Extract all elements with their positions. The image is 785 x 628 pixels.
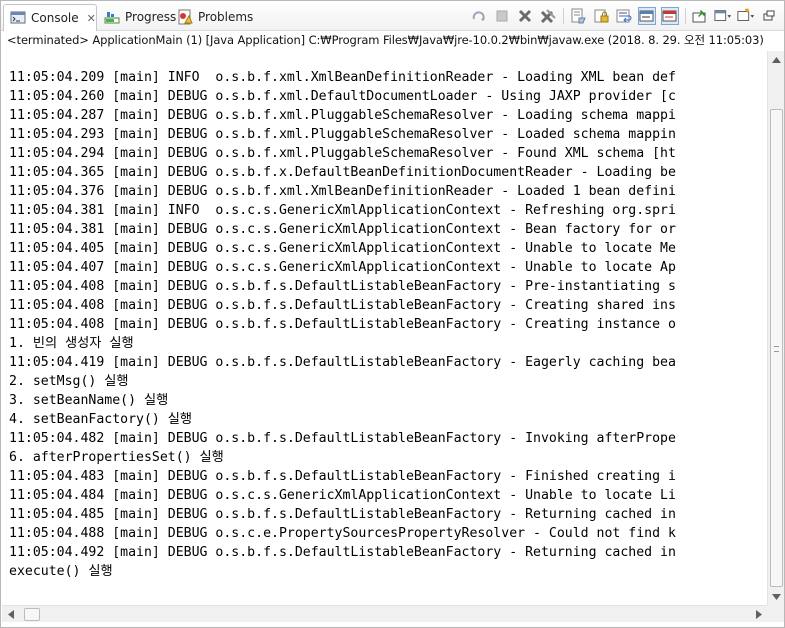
remove-terminated-icon[interactable] <box>539 7 557 25</box>
console-line: 11:05:04.294 [main] DEBUG o.s.b.f.xml.Pl… <box>9 146 676 161</box>
progress-icon <box>104 9 120 25</box>
console-line: 11:05:04.287 [main] DEBUG o.s.b.f.xml.Pl… <box>9 108 676 123</box>
console-line: 11:05:04.492 [main] DEBUG o.s.b.f.s.Defa… <box>9 545 676 560</box>
tab-label: Progress <box>125 10 177 24</box>
console-line: 11:05:04.209 [main] INFO o.s.b.f.xml.Xml… <box>9 70 676 85</box>
console-line: execute() 실행 <box>9 564 113 579</box>
scroll-left-icon[interactable] <box>2 606 19 623</box>
console-line: 11:05:04.483 [main] DEBUG o.s.b.f.s.Defa… <box>9 469 676 484</box>
console-line: 3. setBeanName() 실행 <box>9 393 169 408</box>
console-line: 11:05:04.381 [main] DEBUG o.s.c.s.Generi… <box>9 222 676 237</box>
clear-console-icon[interactable] <box>569 7 587 25</box>
vertical-scrollbar[interactable] <box>767 51 784 605</box>
console-view: Console ✕ Progress Problems <terminated>… <box>0 0 785 628</box>
show-on-stderr-icon[interactable] <box>661 7 679 25</box>
open-console-icon[interactable] <box>737 7 755 25</box>
console-toolbar <box>465 6 778 26</box>
console-icon <box>10 10 26 26</box>
console-line: 6. afterPropertiesSet() 실행 <box>9 450 224 465</box>
scroll-lock-icon[interactable] <box>592 7 610 25</box>
scroll-right-icon[interactable] <box>750 606 767 623</box>
tab-label: Console <box>31 11 79 25</box>
toolbar-separator <box>685 8 686 24</box>
close-icon[interactable]: ✕ <box>87 12 96 25</box>
console-line: 11:05:04.408 [main] DEBUG o.s.b.f.s.Defa… <box>9 298 676 313</box>
tab-progress[interactable]: Progress <box>98 4 176 30</box>
pin-console-icon[interactable] <box>691 7 709 25</box>
toolbar-separator <box>563 8 564 24</box>
console-line: 11:05:04.408 [main] DEBUG o.s.b.f.s.Defa… <box>9 279 676 294</box>
console-line: 11:05:04.488 [main] DEBUG o.s.c.e.Proper… <box>9 526 676 541</box>
console-line: 11:05:04.419 [main] DEBUG o.s.b.f.s.Defa… <box>9 355 676 370</box>
problems-icon <box>177 9 193 25</box>
tab-label: Problems <box>198 10 254 24</box>
vertical-scroll-thumb[interactable] <box>770 109 783 587</box>
console-line: 11:05:04.260 [main] DEBUG o.s.b.f.xml.De… <box>9 89 676 104</box>
minimize-icon[interactable] <box>760 7 778 25</box>
console-line: 11:05:04.408 [main] DEBUG o.s.b.f.s.Defa… <box>9 317 676 332</box>
console-line: 11:05:04.407 [main] DEBUG o.s.c.s.Generi… <box>9 260 676 275</box>
console-line: 11:05:04.376 [main] DEBUG o.s.b.f.xml.Xm… <box>9 184 676 199</box>
grip-icon <box>774 346 779 352</box>
console-line: 11:05:04.485 [main] DEBUG o.s.b.f.s.Defa… <box>9 507 676 522</box>
console-line: 11:05:04.482 [main] DEBUG o.s.b.f.s.Defa… <box>9 431 676 446</box>
console-line: 11:05:04.381 [main] INFO o.s.c.s.Generic… <box>9 203 676 218</box>
console-line: 11:05:04.484 [main] DEBUG o.s.c.s.Generi… <box>9 488 676 503</box>
scroll-down-icon[interactable] <box>768 588 785 605</box>
remove-all-terminated-icon[interactable] <box>516 7 534 25</box>
horizontal-scrollbar[interactable] <box>2 605 767 622</box>
word-wrap-icon[interactable] <box>615 7 633 25</box>
terminate-icon[interactable] <box>493 7 511 25</box>
tab-console[interactable]: Console ✕ <box>3 4 97 31</box>
scroll-up-icon[interactable] <box>768 51 785 68</box>
console-line: 11:05:04.293 [main] DEBUG o.s.b.f.xml.Pl… <box>9 127 676 142</box>
console-line: 1. 빈의 생성자 실행 <box>9 336 134 351</box>
console-line: 11:05:04.405 [main] DEBUG o.s.c.s.Generi… <box>9 241 676 256</box>
show-on-stdout-icon[interactable] <box>638 7 656 25</box>
process-path-label: <terminated> ApplicationMain (1) [Java A… <box>7 33 764 47</box>
view-tab-bar: Console ✕ Progress Problems <box>1 1 784 31</box>
horizontal-scroll-thumb[interactable] <box>24 608 40 621</box>
tab-problems[interactable]: Problems <box>171 4 257 30</box>
remove-launch-icon[interactable] <box>470 7 488 25</box>
console-output[interactable]: 11:05:04.209 [main] INFO o.s.b.f.xml.Xml… <box>2 51 767 605</box>
console-line: 4. setBeanFactory() 실행 <box>9 412 193 427</box>
scrollbar-corner <box>767 605 784 622</box>
console-line: 2. setMsg() 실행 <box>9 374 129 389</box>
display-console-icon[interactable] <box>714 7 732 25</box>
console-line: 11:05:04.365 [main] DEBUG o.s.b.f.x.Defa… <box>9 165 676 180</box>
